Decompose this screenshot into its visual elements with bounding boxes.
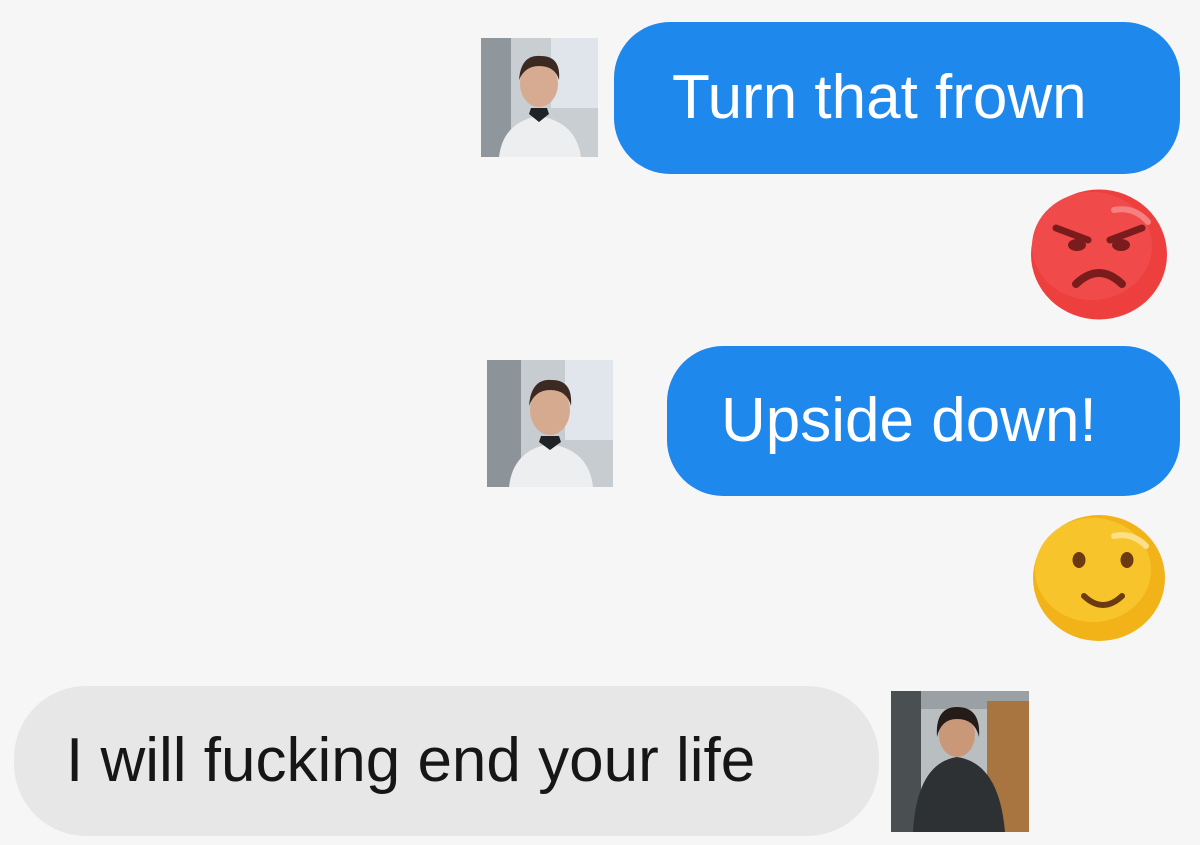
angry-face-emoji [1030, 188, 1168, 321]
message-text: Upside down! [721, 386, 1097, 455]
sender-avatar-man[interactable] [487, 360, 613, 487]
woman-portrait-icon [891, 691, 1029, 832]
sender-avatar-man[interactable] [481, 38, 598, 157]
incoming-message-bubble[interactable]: I will fucking end your life [14, 686, 879, 836]
man-portrait-icon [487, 360, 613, 487]
smiling-face-emoji [1032, 514, 1166, 642]
smiling-face-icon [1033, 515, 1165, 641]
message-text: Turn that frown [672, 63, 1087, 132]
angry-face-icon [1031, 189, 1167, 320]
outgoing-message-bubble[interactable]: Upside down! [667, 346, 1180, 496]
message-text: I will fucking end your life [66, 726, 756, 795]
outgoing-message-bubble[interactable]: Turn that frown [614, 22, 1180, 174]
sender-avatar-woman[interactable] [891, 691, 1029, 832]
man-portrait-icon [481, 38, 598, 157]
